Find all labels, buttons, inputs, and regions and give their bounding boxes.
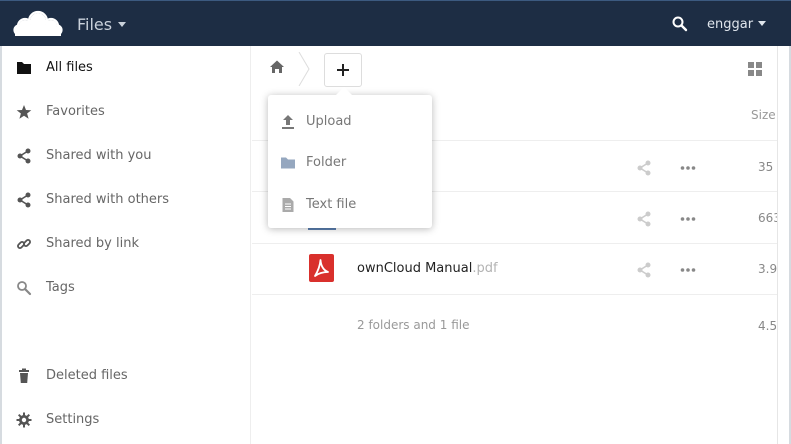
folder-icon <box>280 155 296 175</box>
sidebar-item-label: Shared with you <box>46 148 152 163</box>
app-title: Files <box>77 15 113 34</box>
owncloud-logo-icon[interactable] <box>12 9 64 43</box>
sidebar-item-label: Tags <box>46 280 75 295</box>
app-menu-toggle[interactable]: Files <box>77 15 127 34</box>
summary-size: 4.5 M <box>758 319 777 333</box>
menu-item-label: Upload <box>306 114 352 129</box>
caret-down-icon <box>758 21 767 26</box>
sidebar-item-favorites[interactable]: Favorites <box>2 90 251 134</box>
pdf-file-icon[interactable] <box>309 254 334 282</box>
share-icon <box>16 148 32 164</box>
tag-search-icon <box>16 280 32 296</box>
size-column-header[interactable]: Size <box>751 108 776 122</box>
breadcrumb-separator <box>298 51 310 90</box>
sidebar-item-label: All files <box>46 60 93 75</box>
star-icon <box>16 104 32 120</box>
menu-item-label: Text file <box>306 197 357 212</box>
caret-down-icon <box>118 22 127 27</box>
sidebar-item-label: Settings <box>46 412 100 427</box>
divider <box>252 243 777 244</box>
folder-icon <box>16 60 32 76</box>
app-navigation: All files Favorites Shared with you Shar… <box>0 46 251 444</box>
user-menu[interactable]: enggar <box>707 17 767 32</box>
more-actions-icon[interactable] <box>680 262 696 282</box>
menu-item-folder[interactable]: Folder <box>268 143 432 183</box>
grid-view-icon[interactable] <box>748 62 762 80</box>
sidebar-item-label: Deleted files <box>46 368 128 383</box>
search-icon[interactable] <box>672 16 688 36</box>
file-summary: 2 folders and 1 file <box>357 318 470 332</box>
file-name: ownCloud Manual <box>357 261 473 276</box>
menu-arrow <box>336 87 352 95</box>
sidebar-item-shared-with-you[interactable]: Shared with you <box>2 134 251 178</box>
text-file-icon <box>280 197 296 217</box>
divider <box>252 294 777 295</box>
folder-thumbnail <box>308 228 336 230</box>
new-button[interactable] <box>324 53 362 87</box>
sidebar-item-label: Shared with others <box>46 192 170 207</box>
sidebar-item-all-files[interactable]: All files <box>2 46 251 90</box>
file-size: 3.9 M <box>758 262 777 276</box>
more-actions-icon[interactable] <box>680 211 696 231</box>
more-actions-icon[interactable] <box>680 160 696 180</box>
sidebar-item-label: Favorites <box>46 104 105 119</box>
share-icon[interactable] <box>636 160 652 180</box>
gear-icon <box>16 412 32 428</box>
file-size: 663 <box>758 211 777 225</box>
menu-item-text-file[interactable]: Text file <box>268 185 432 225</box>
file-name-link[interactable]: ownCloud Manual.pdf <box>357 261 498 276</box>
sidebar-item-settings[interactable]: Settings <box>2 398 251 442</box>
sidebar-item-deleted-files[interactable]: Deleted files <box>2 354 251 398</box>
sidebar-item-tags[interactable]: Tags <box>2 266 251 310</box>
file-size: 35 <box>758 160 774 174</box>
share-icon <box>16 192 32 208</box>
link-icon <box>16 236 32 252</box>
sidebar-item-shared-with-others[interactable]: Shared with others <box>2 178 251 222</box>
share-icon[interactable] <box>636 262 652 282</box>
upload-icon <box>280 114 296 134</box>
menu-item-upload[interactable]: Upload <box>268 102 432 142</box>
top-header: Files enggar <box>0 0 791 46</box>
menu-item-label: Folder <box>306 155 347 170</box>
share-icon[interactable] <box>636 211 652 231</box>
sidebar-item-label: Shared by link <box>46 236 139 251</box>
new-file-menu: Upload Folder Text file <box>268 87 432 228</box>
file-extension: .pdf <box>472 261 498 276</box>
home-icon[interactable] <box>269 59 285 79</box>
user-name: enggar <box>707 17 754 32</box>
sidebar-item-shared-by-link[interactable]: Shared by link <box>2 222 251 266</box>
trash-icon <box>16 368 32 384</box>
